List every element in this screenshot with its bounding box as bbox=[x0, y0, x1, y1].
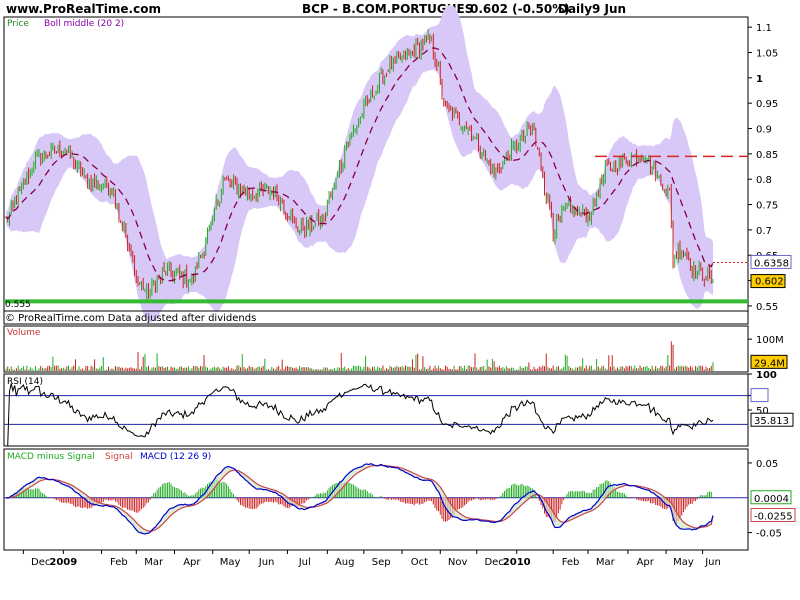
rsi-label: RSI (14) bbox=[7, 377, 43, 387]
price-tick-label: 1.05 bbox=[756, 48, 778, 59]
chart-svg: 0.550.60.650.70.750.80.850.90.9511.051.1… bbox=[3, 4, 796, 568]
price-label: Price bbox=[7, 19, 29, 29]
volume-tick-label: 100M bbox=[756, 335, 784, 346]
price-tick-label: 0.9 bbox=[756, 125, 772, 136]
date-label: Mar bbox=[596, 557, 616, 568]
date-label: Apr bbox=[183, 557, 201, 568]
date-label: Apr bbox=[637, 557, 655, 568]
date-label: Nov bbox=[448, 557, 468, 568]
price-tick-label: 0.75 bbox=[756, 201, 778, 212]
macd-signal-label: Signal bbox=[105, 452, 133, 462]
rsi-70-box bbox=[750, 388, 769, 403]
price-footer: © ProRealTime.com Data adjusted after di… bbox=[5, 313, 257, 324]
volume-label: Volume bbox=[7, 328, 41, 338]
last-price-label: 0.602 bbox=[755, 277, 784, 288]
date-label: Mar bbox=[144, 557, 164, 568]
date-label: 2009 bbox=[49, 557, 77, 568]
date-label: Jun bbox=[258, 557, 275, 568]
rsi-value-label: 35.813 bbox=[754, 416, 789, 427]
price-tick-label: 0.8 bbox=[756, 175, 772, 186]
macd-hist-label: MACD minus Signal bbox=[7, 452, 95, 462]
price-tick-label: 1.1 bbox=[756, 23, 772, 34]
date-label: Aug bbox=[335, 557, 355, 568]
date-label: 2010 bbox=[503, 557, 531, 568]
boll-label: Boll middle (20 2) bbox=[44, 19, 125, 29]
date-label: Oct bbox=[411, 557, 428, 568]
price-tick-label: 1 bbox=[756, 74, 763, 85]
date-label: Feb bbox=[562, 557, 580, 568]
macd-line-label: MACD (12 26 9) bbox=[140, 452, 212, 462]
date-label: Sep bbox=[372, 557, 391, 568]
volume-panel-frame bbox=[3, 325, 749, 373]
rsi-tick-label: 100 bbox=[756, 370, 777, 381]
macd-tick-label: 0.05 bbox=[756, 459, 778, 470]
support-label: 0.555 bbox=[5, 300, 31, 310]
date-label: Dec bbox=[484, 557, 503, 568]
price-tick-label: 0.95 bbox=[756, 99, 778, 110]
price-tick-label: 0.55 bbox=[756, 302, 778, 313]
volume-value-label: 29.4M bbox=[754, 358, 785, 369]
price-tick-label: 0.85 bbox=[756, 150, 778, 161]
macd-hist-value: 0.0004 bbox=[754, 494, 789, 505]
date-label: Jun bbox=[704, 557, 721, 568]
date-label: Feb bbox=[110, 557, 128, 568]
date-label: Dec bbox=[31, 557, 50, 568]
date-label: Jul bbox=[298, 557, 311, 568]
date-label: May bbox=[673, 557, 694, 568]
date-label: May bbox=[220, 557, 241, 568]
rsi-panel-frame bbox=[3, 373, 749, 447]
macd-value-label: -0.0255 bbox=[754, 512, 793, 523]
chart-stage: www.ProRealTime.com BCP - B.COM.PORTUGUE… bbox=[0, 0, 800, 600]
price-tick-label: 0.7 bbox=[756, 226, 772, 237]
macd-tick-label: -0.05 bbox=[756, 529, 782, 540]
boll-value-label: 0.6358 bbox=[754, 258, 789, 269]
